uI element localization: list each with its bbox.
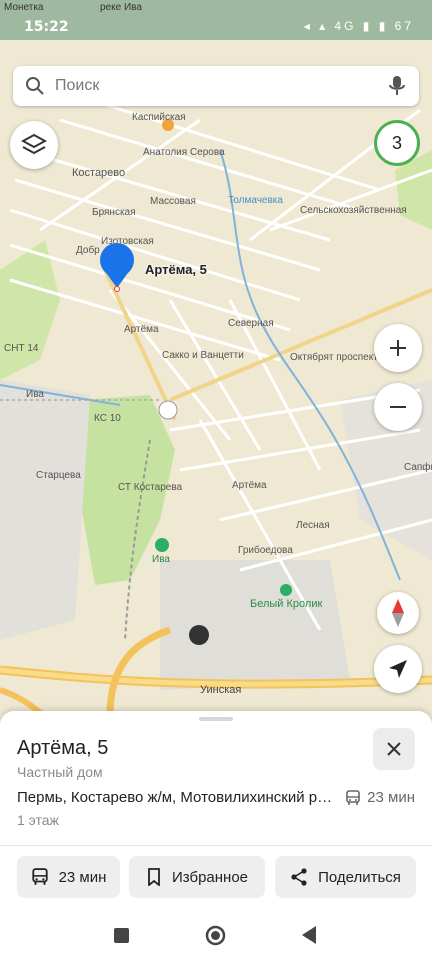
drag-handle[interactable]	[199, 717, 233, 721]
map-view[interactable]: Костарево Каспийская Анатолия Серова Бря…	[0, 0, 432, 715]
transit-info: 23 мин	[345, 789, 415, 806]
status-time: 15:22	[24, 19, 69, 35]
zoom-out-button[interactable]	[374, 383, 422, 431]
close-button[interactable]	[373, 728, 415, 770]
divider	[0, 845, 432, 846]
place-title: Артёма, 5	[17, 737, 109, 759]
map-label-dobrynina: Добр	[76, 245, 100, 256]
map-label-artema-top: Артёма	[124, 324, 159, 335]
home-icon[interactable]	[205, 925, 226, 946]
layers-button[interactable]	[10, 121, 58, 169]
compass-button[interactable]	[377, 592, 419, 634]
plus-icon	[390, 340, 406, 356]
back-icon[interactable]	[301, 926, 317, 944]
place-floors: 1 этаж	[17, 812, 59, 828]
share-icon	[291, 868, 307, 886]
minus-icon	[390, 406, 406, 408]
search-bar[interactable]: Поиск	[13, 66, 419, 106]
place-address: Пермь, Костарево ж/м, Мотовилихинский ра…	[17, 789, 335, 806]
route-button-label: 23 мин	[58, 868, 107, 886]
notifications-counter[interactable]: 3	[374, 120, 420, 166]
zoom-in-button[interactable]	[374, 324, 422, 372]
map-label-izotovskaya: Изотовская	[101, 236, 154, 247]
map-label-sakko-vanzetti: Сакко и Ванцетти	[162, 350, 244, 361]
map-label-snt14: СНТ 14	[4, 343, 39, 354]
map-label-masovaya: Массовая	[150, 196, 196, 207]
search-icon	[26, 77, 44, 95]
map-label-uinskaya: Уинская	[200, 684, 242, 696]
system-nav-bar	[0, 910, 432, 960]
status-bar: Монетка 15:22 ◂ ▴ 4G ▮ ▮ 67	[0, 0, 432, 42]
close-icon	[387, 742, 401, 756]
map-label-beliy-krolik: Белый Кролик	[250, 598, 323, 610]
pin-label: Артёма, 5	[145, 262, 207, 277]
place-type: Частный дом	[17, 764, 103, 780]
route-button[interactable]: 23 мин	[17, 856, 120, 898]
map-label-st-kostareva: СТ Костарева	[118, 482, 183, 493]
recent-apps-icon[interactable]	[114, 928, 129, 943]
bus-icon	[31, 868, 48, 885]
share-button-label: Поделиться	[318, 868, 401, 886]
map-label-severnaya: Северная	[228, 318, 274, 329]
map-label-tolmachevka: Толмачевка	[228, 195, 283, 206]
map-label-artema-mid: Артёма	[232, 480, 267, 491]
my-location-button[interactable]	[374, 645, 422, 693]
map-label-iva-river: Ива	[26, 389, 44, 400]
transit-time: 23 мин	[367, 789, 415, 806]
favorite-button-label: Избранное	[171, 868, 249, 886]
navigation-arrow-icon	[389, 660, 407, 678]
map-label-oktyabryat-prospekt: Октябрят проспект	[290, 352, 378, 363]
status-icons: ◂ ▴ 4G ▮ ▮ 67	[303, 19, 414, 33]
bus-icon	[346, 789, 360, 805]
map-label-anatoliya-serova: Анатолия Серова	[143, 147, 225, 158]
search-placeholder: Поиск	[55, 77, 100, 94]
map-label-kostarevo: Костарево	[72, 167, 126, 179]
microphone-icon[interactable]	[387, 75, 407, 97]
map-label-griboedova: Грибоедова	[238, 545, 293, 556]
compass-icon	[392, 599, 404, 627]
share-button[interactable]: Поделиться	[275, 856, 416, 898]
map-label-startseva: Старцева	[36, 470, 81, 481]
layers-icon	[21, 133, 47, 155]
map-label-lesnaya: Лесная	[296, 520, 330, 531]
bookmark-icon	[148, 868, 160, 886]
map-label-selkhoz: Сельскохозяйственная	[300, 205, 407, 216]
map-label-kaspiyskaya: Каспийская	[132, 112, 186, 123]
map-label-iva-stop: Ива	[152, 554, 170, 565]
map-label-sapfir: Сапфир	[404, 462, 432, 473]
status-top-left-text: Монетка	[4, 2, 44, 13]
map-label-bryanskaya: Брянская	[92, 207, 136, 218]
map-label-kc10: КС 10	[94, 413, 121, 424]
favorite-button[interactable]: Избранное	[129, 856, 265, 898]
